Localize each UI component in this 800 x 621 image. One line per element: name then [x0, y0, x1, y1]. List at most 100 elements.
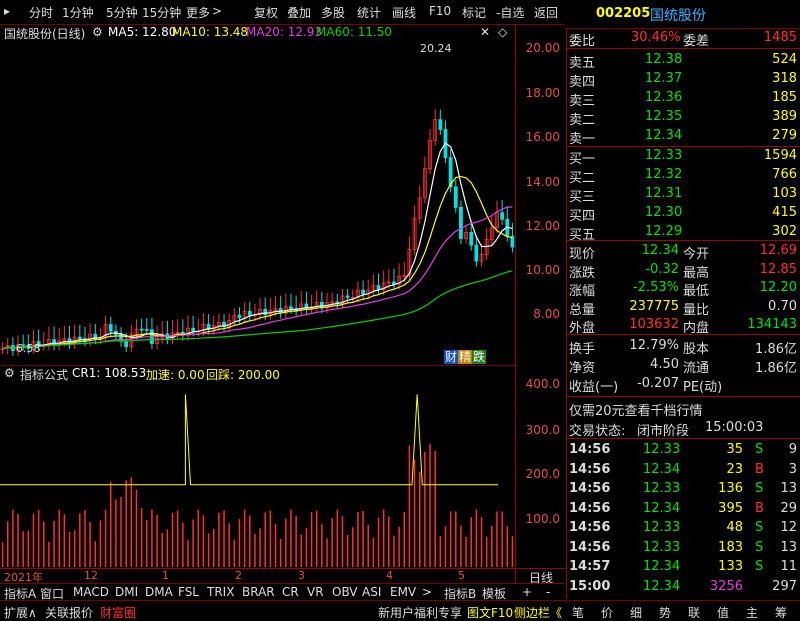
watchlist-button[interactable]: -自选	[496, 4, 524, 21]
candle-body	[453, 186, 458, 208]
candle-body	[459, 206, 463, 239]
tick-direction: S	[755, 539, 764, 555]
wealth-circle-button[interactable]: 财富圈	[100, 604, 136, 621]
bottom-bar: 扩展∧ 关联报价 财富圈 新用户福利专享 图文F10 侧边栏《 笔价细势联值主筹	[0, 600, 800, 621]
bid-row[interactable]: 买四 12.30 415	[567, 205, 800, 224]
stats-button[interactable]: 统计	[357, 4, 381, 21]
tab-dmi[interactable]: DMI	[115, 585, 138, 599]
date-label: 12	[84, 569, 98, 582]
expand-button[interactable]: 扩展∧	[4, 604, 37, 621]
expand-icon[interactable]: ◇	[498, 25, 507, 39]
status-value: 闭市阶段	[637, 424, 690, 439]
ind-tick: 100.0	[525, 512, 560, 526]
stat-row: 涨跌 -0.32 最高 12.85	[567, 261, 800, 281]
new-user-button[interactable]: 新用户福利专享	[378, 604, 462, 621]
stat-value: -0.32	[645, 261, 679, 277]
detail-tab[interactable]: 联	[688, 604, 700, 621]
kline-chart[interactable]	[0, 44, 515, 364]
promo-text[interactable]: 仅需20元查看千档行情	[569, 400, 703, 419]
tab-5min[interactable]: 5分钟	[106, 4, 138, 21]
multi-stock-button[interactable]: 多股	[321, 4, 345, 21]
tab-15min[interactable]: 15分钟	[142, 4, 181, 21]
candle-body	[361, 289, 365, 295]
stat-value: 0.70	[768, 298, 797, 314]
stat-value: 1.86亿	[755, 342, 797, 357]
ask-row[interactable]: 卖二 12.35 389	[567, 109, 800, 128]
overlay-button[interactable]: 叠加	[287, 4, 311, 21]
y-tick: 12.00	[525, 219, 560, 233]
chevron-right-icon[interactable]: >	[212, 4, 222, 18]
tick-count: 3	[788, 461, 797, 477]
detail-tab[interactable]: 值	[717, 604, 729, 621]
draw-line-button[interactable]: 画线	[392, 4, 416, 21]
chevron-right-icon[interactable]: >	[422, 585, 432, 599]
bid-volume: 1594	[763, 148, 797, 163]
close-icon[interactable]: ✕	[480, 25, 490, 39]
stat-label: 总量	[569, 302, 596, 318]
tick-time: 14:56	[569, 500, 611, 516]
order-diff-value: 1485	[763, 30, 797, 45]
tab-vr[interactable]: VR	[307, 585, 324, 599]
sidebar-button[interactable]: 侧边栏《	[514, 604, 562, 621]
tab-asi[interactable]: ASI	[362, 585, 381, 599]
tick-count: 12	[780, 520, 797, 535]
promo-row[interactable]: 仅需20元查看千档行情	[567, 400, 800, 419]
candle-body	[500, 212, 505, 220]
ask-row[interactable]: 卖四 12.37 318	[567, 71, 800, 90]
tab-obv[interactable]: OBV	[332, 585, 358, 599]
candle-body	[108, 324, 113, 332]
finance-badge[interactable]: 财	[444, 350, 459, 364]
plus-icon[interactable]: +	[522, 585, 532, 599]
tab-dma[interactable]: DMA	[145, 585, 173, 599]
tick-row: 14:56 12.34 23 B 3	[567, 462, 800, 480]
stock-name: 国统股份	[650, 8, 706, 24]
tick-volume: 35	[726, 442, 743, 457]
tab-timeshare[interactable]: 分时	[29, 4, 53, 21]
drop-badge[interactable]: 跌	[472, 350, 487, 364]
y-tick: 16.00	[525, 130, 560, 144]
detail-tab[interactable]: 笔	[572, 604, 584, 621]
period-label[interactable]: 日线	[515, 568, 566, 585]
indicator-menu-icon[interactable]: ⚙	[4, 366, 15, 380]
detail-tab[interactable]: 主	[746, 604, 758, 621]
back-button[interactable]: 返回	[534, 4, 558, 21]
tab-emv[interactable]: EMV	[390, 585, 416, 599]
tab-1min[interactable]: 1分钟	[62, 4, 94, 21]
f10-graphic-button[interactable]: 图文F10	[467, 604, 513, 621]
tab-trix[interactable]: TRIX	[207, 585, 234, 599]
detail-tab[interactable]: 细	[630, 604, 642, 621]
indicator-chart[interactable]	[0, 382, 515, 567]
ask-volume: 318	[772, 71, 797, 86]
period-menu-icon[interactable]: ▸	[4, 4, 10, 18]
candle-body	[319, 301, 324, 309]
bid-row[interactable]: 买三 12.31 103	[567, 186, 800, 205]
ma5-label: MA5: 12.80	[108, 25, 177, 39]
settings-gear-icon[interactable]: ⚙	[92, 25, 103, 39]
cr1-value: CR1: 108.53	[72, 366, 147, 380]
detail-tab[interactable]: 筹	[775, 604, 787, 621]
ask-row[interactable]: 卖五 12.38 524	[567, 52, 800, 71]
ask-row[interactable]: 卖一 12.34 279	[567, 128, 800, 147]
tab-cr[interactable]: CR	[282, 585, 299, 599]
f10-button[interactable]: F10	[429, 4, 451, 18]
mark-button[interactable]: 标记	[462, 4, 486, 21]
related-quote-button[interactable]: 关联报价	[45, 604, 93, 621]
more-button[interactable]: 更多	[186, 4, 210, 21]
ask-row[interactable]: 卖三 12.36 185	[567, 90, 800, 109]
order-ratio-label: 委比	[569, 34, 596, 49]
tab-fsl[interactable]: FSL	[178, 585, 199, 599]
tab-macd[interactable]: MACD	[73, 585, 109, 599]
elite-badge[interactable]: 精	[458, 350, 473, 364]
detail-tab[interactable]: 势	[659, 604, 671, 621]
indicator-label[interactable]: 指标公式	[20, 366, 68, 383]
detail-tab[interactable]: 价	[601, 604, 613, 621]
tick-direction: S	[755, 442, 764, 457]
candle-body	[474, 244, 479, 262]
adjust-button[interactable]: 复权	[254, 4, 278, 21]
minus-icon[interactable]: -	[546, 585, 550, 599]
bid-level-label: 买一	[569, 152, 596, 167]
bid-row[interactable]: 买一 12.33 1594	[567, 148, 800, 167]
tab-brar[interactable]: BRAR	[242, 585, 275, 599]
bid-row[interactable]: 买二 12.32 766	[567, 167, 800, 186]
candle-body	[139, 328, 144, 331]
